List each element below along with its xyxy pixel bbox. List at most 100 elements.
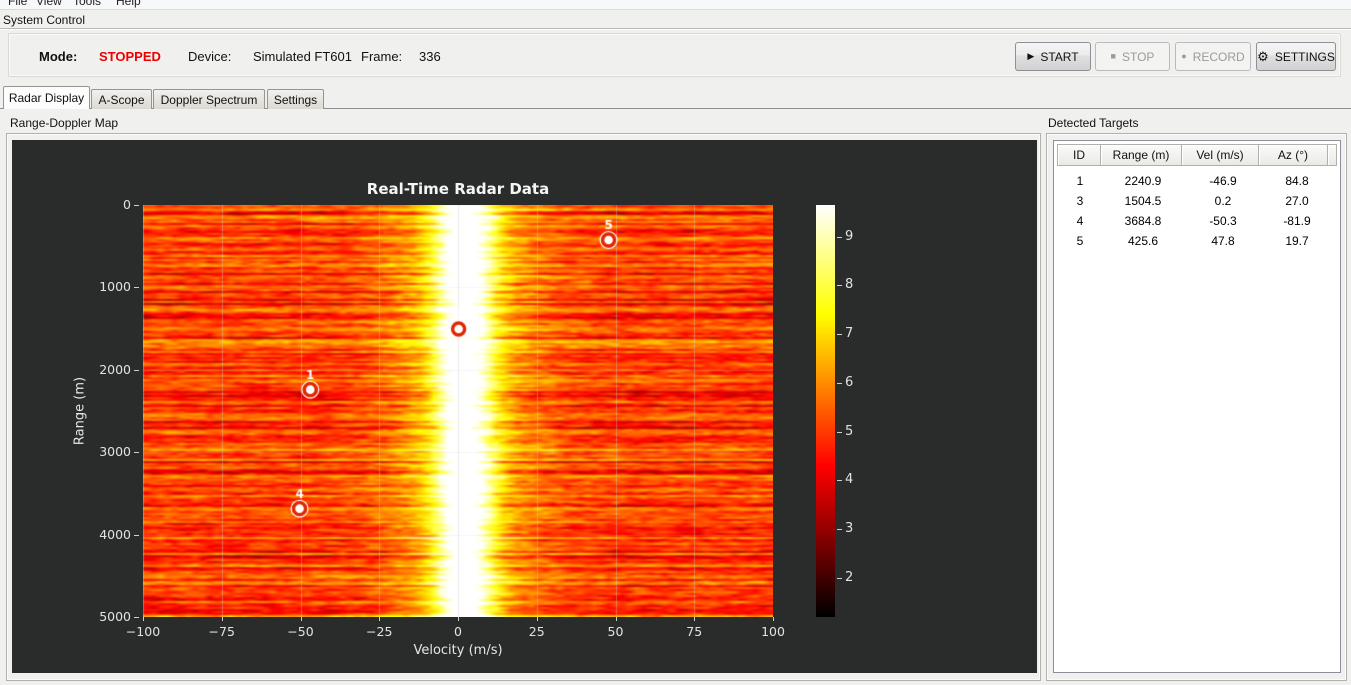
frame-value: 336	[419, 49, 441, 64]
stop-icon: ■	[1110, 51, 1116, 61]
x-tick-label: −100	[125, 624, 161, 639]
cell: 425.6	[1127, 234, 1159, 248]
table-row[interactable]: 5 425.6 47.8 19.7	[1058, 231, 1336, 251]
y-tick-mark	[134, 369, 139, 371]
mode-value: STOPPED	[99, 49, 161, 64]
x-tick-label: 100	[761, 624, 785, 639]
cell: 5	[1076, 234, 1084, 248]
column-header-0[interactable]: ID	[1057, 144, 1101, 166]
colorbar-tick-label: 2	[845, 569, 854, 585]
tab-settings[interactable]: Settings	[267, 89, 324, 109]
record-button[interactable]: ● RECORD	[1175, 42, 1251, 71]
system-control-toolbar: Mode: STOPPED Device: Simulated FT601 Fr…	[8, 33, 1341, 77]
x-tick-label: 0	[454, 624, 462, 639]
table-row[interactable]: 4 3684.8 -50.3 -81.9	[1058, 211, 1336, 231]
colorbar-tick-label: 6	[845, 374, 854, 390]
cell: -46.9	[1209, 174, 1237, 188]
stop-button-label: STOP	[1121, 49, 1155, 64]
settings-button[interactable]: ⚙ SETTINGS	[1256, 42, 1336, 71]
colorbar-tick-mark	[837, 480, 842, 482]
x-axis-label: Velocity (m/s)	[413, 643, 503, 658]
start-button-label: START	[1040, 49, 1079, 64]
y-tick-label: 0	[123, 197, 131, 212]
gear-icon: ⚙	[1257, 49, 1269, 64]
colorbar-tick-label: 4	[845, 472, 854, 488]
x-tick-label: −25	[366, 624, 393, 639]
device-value: Simulated FT601	[253, 49, 352, 64]
x-tick-label: 25	[528, 624, 545, 639]
cell: 47.8	[1211, 234, 1235, 248]
range-doppler-map-label: Range-Doppler Map	[10, 116, 119, 130]
colorbar-tick-mark	[837, 285, 842, 287]
mode-label: Mode:	[39, 49, 78, 64]
y-axis-label: Range (m)	[72, 376, 88, 446]
menu-tools[interactable]: Tools	[73, 0, 101, 8]
colorbar-tick-mark	[837, 529, 842, 531]
cell: -81.9	[1283, 214, 1311, 228]
column-header-2[interactable]: Vel (m/s)	[1181, 144, 1259, 166]
x-tick-mark	[300, 617, 302, 621]
stop-button[interactable]: ■ STOP	[1095, 42, 1170, 71]
x-tick-mark	[143, 617, 144, 621]
x-tick-label: 50	[607, 624, 624, 639]
x-tick-mark	[773, 617, 774, 621]
settings-button-label: SETTINGS	[1274, 49, 1335, 64]
menu-file[interactable]: File	[8, 0, 27, 8]
column-header-3[interactable]: Az (°)	[1258, 144, 1328, 166]
menu-bar: File View Tools Help	[0, 0, 1351, 10]
column-header-stub	[1327, 144, 1337, 166]
colorbar-tick-label: 3	[845, 521, 854, 537]
column-header-1[interactable]: Range (m)	[1100, 144, 1182, 166]
y-tick-mark	[134, 534, 139, 536]
tab-radar-display[interactable]: Radar Display	[3, 86, 90, 109]
colorbar-tick-mark	[837, 334, 842, 336]
tab-a-scope[interactable]: A-Scope	[91, 89, 152, 109]
x-tick-label: 75	[686, 624, 703, 639]
device-label: Device:	[188, 49, 232, 64]
colorbar-tick-label: 5	[845, 423, 854, 439]
colorbar-tick-label: 8	[845, 277, 854, 293]
divider	[0, 28, 1351, 30]
cell: 3684.8	[1124, 214, 1162, 228]
colorbar-tick-label: 7	[845, 326, 854, 342]
table-row[interactable]: 1 2240.9 -46.9 84.8	[1058, 171, 1336, 191]
start-button[interactable]: ▶ START	[1015, 42, 1091, 71]
x-tick-mark	[379, 617, 381, 621]
plot-title: Real-Time Radar Data	[366, 180, 550, 198]
x-tick-mark	[221, 617, 223, 621]
play-icon: ▶	[1027, 51, 1035, 61]
x-tick-mark	[458, 617, 459, 621]
cell: 84.8	[1285, 174, 1309, 188]
colorbar-tick-label: 9	[845, 228, 854, 244]
menu-help[interactable]: Help	[116, 0, 141, 8]
cell: 4	[1076, 214, 1084, 228]
colorbar-tick-mark	[837, 382, 842, 384]
detected-targets-label: Detected Targets	[1048, 116, 1139, 130]
record-icon: ●	[1181, 51, 1187, 61]
y-tick-label: 5000	[99, 609, 131, 624]
cell: 1504.5	[1124, 194, 1162, 208]
y-tick-label: 1000	[99, 279, 131, 295]
y-tick-label: 4000	[99, 526, 131, 542]
detected-targets-table: ID Range (m) Vel (m/s) Az (°) 1 2240.9 -46.9 8…	[1053, 140, 1341, 673]
system-control-title: System Control	[3, 13, 86, 27]
range-doppler-heatmap-canvas	[143, 205, 773, 617]
cell: 3	[1076, 194, 1084, 208]
colorbar-tick-mark	[837, 577, 842, 579]
x-tick-label: −75	[208, 624, 235, 639]
menu-view[interactable]: View	[36, 0, 62, 8]
y-tick-mark	[134, 617, 139, 618]
colorbar-tick-mark	[837, 236, 842, 238]
colorbar-tick-mark	[837, 431, 842, 433]
cell: 19.7	[1285, 234, 1309, 248]
x-tick-mark	[615, 617, 617, 621]
y-tick-mark	[134, 452, 139, 454]
table-row[interactable]: 3 1504.5 0.2 27.0	[1058, 191, 1336, 211]
x-tick-label: −50	[287, 624, 314, 639]
cell: 27.0	[1285, 194, 1309, 208]
table-header: ID Range (m) Vel (m/s) Az (°)	[1057, 144, 1337, 166]
x-tick-mark	[694, 617, 696, 621]
y-tick-label: 2000	[99, 361, 131, 377]
tab-doppler-spectrum[interactable]: Doppler Spectrum	[153, 89, 265, 109]
y-tick-label: 3000	[99, 444, 131, 460]
